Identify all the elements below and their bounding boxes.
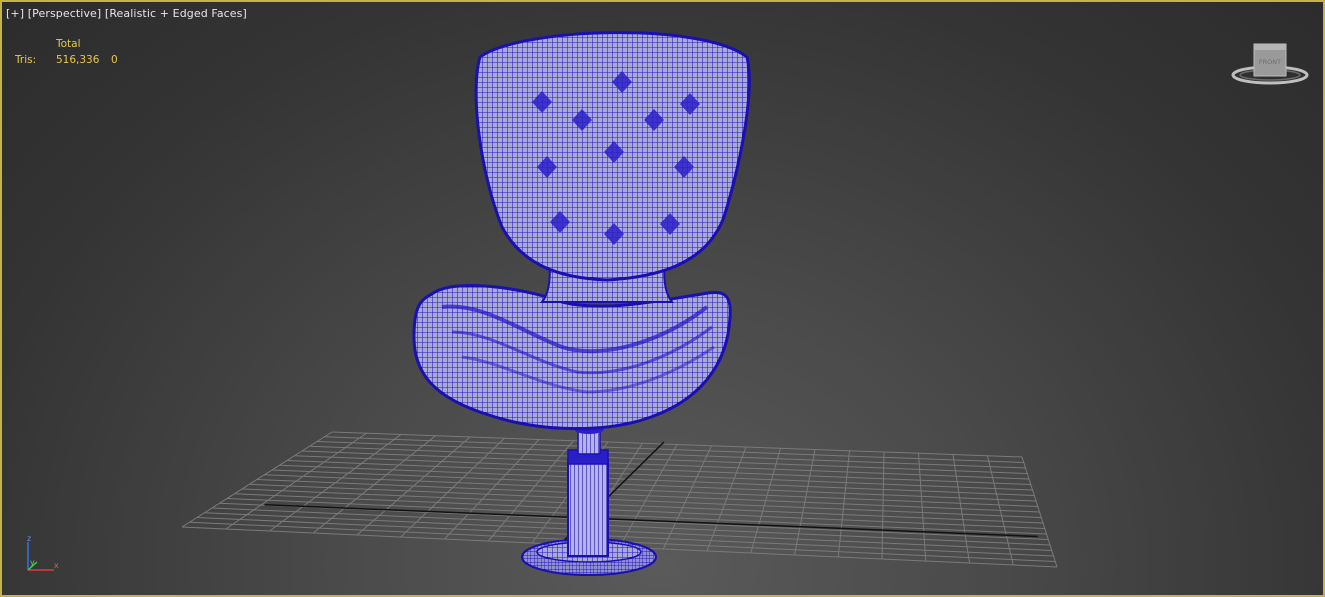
axis-z-label: z <box>27 534 31 543</box>
grid-line <box>331 431 1023 458</box>
grid-line <box>316 441 1026 469</box>
stats-total-value: 516,336 <box>56 54 100 66</box>
viewcube-face-label: FRONT <box>1259 58 1281 66</box>
stats-label: Tris: <box>15 54 37 66</box>
scene-canvas[interactable] <box>2 2 1325 597</box>
axis-tripod: z y x <box>27 534 59 571</box>
viewport-menu-plus[interactable]: [+] <box>6 7 24 20</box>
grid-line <box>1021 456 1058 568</box>
viewport-label: [+] [Perspective] [Realistic + Edged Fac… <box>6 7 247 20</box>
axis-x-label: x <box>54 561 59 570</box>
axis-y-label: y <box>30 558 35 567</box>
viewport-shading-menu[interactable]: [Realistic + Edged Faces] <box>105 7 247 20</box>
chair-base <box>521 424 657 576</box>
viewcube[interactable]: FRONT <box>1228 40 1312 88</box>
stats-selected-value: 0 <box>111 54 118 66</box>
perspective-viewport[interactable]: [+] [Perspective] [Realistic + Edged Fac… <box>0 0 1325 597</box>
stats-total-header: Total <box>56 38 81 50</box>
chair-backrest <box>474 31 751 282</box>
viewport-view-menu[interactable]: [Perspective] <box>28 7 102 20</box>
chair-seat <box>412 284 732 431</box>
grid-line <box>324 436 1024 463</box>
